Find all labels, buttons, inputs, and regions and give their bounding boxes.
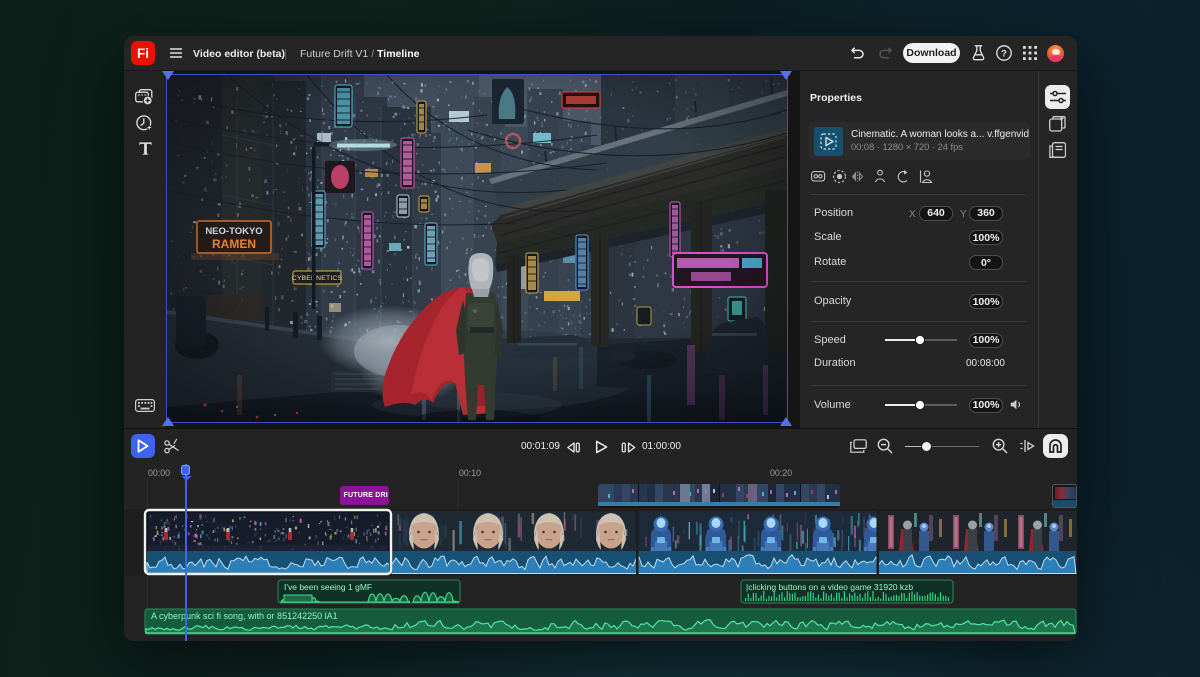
svg-text:?: ? — [1001, 49, 1007, 60]
svg-text:|clicking buttons on a video g: |clicking buttons on a video game 31920 … — [746, 582, 913, 592]
svg-text:A cyberpunk sci fi song, with: A cyberpunk sci fi song, with or 8512422… — [151, 611, 338, 621]
svg-text:I've been seeing 1 gMF: I've been seeing 1 gMF — [284, 582, 372, 592]
